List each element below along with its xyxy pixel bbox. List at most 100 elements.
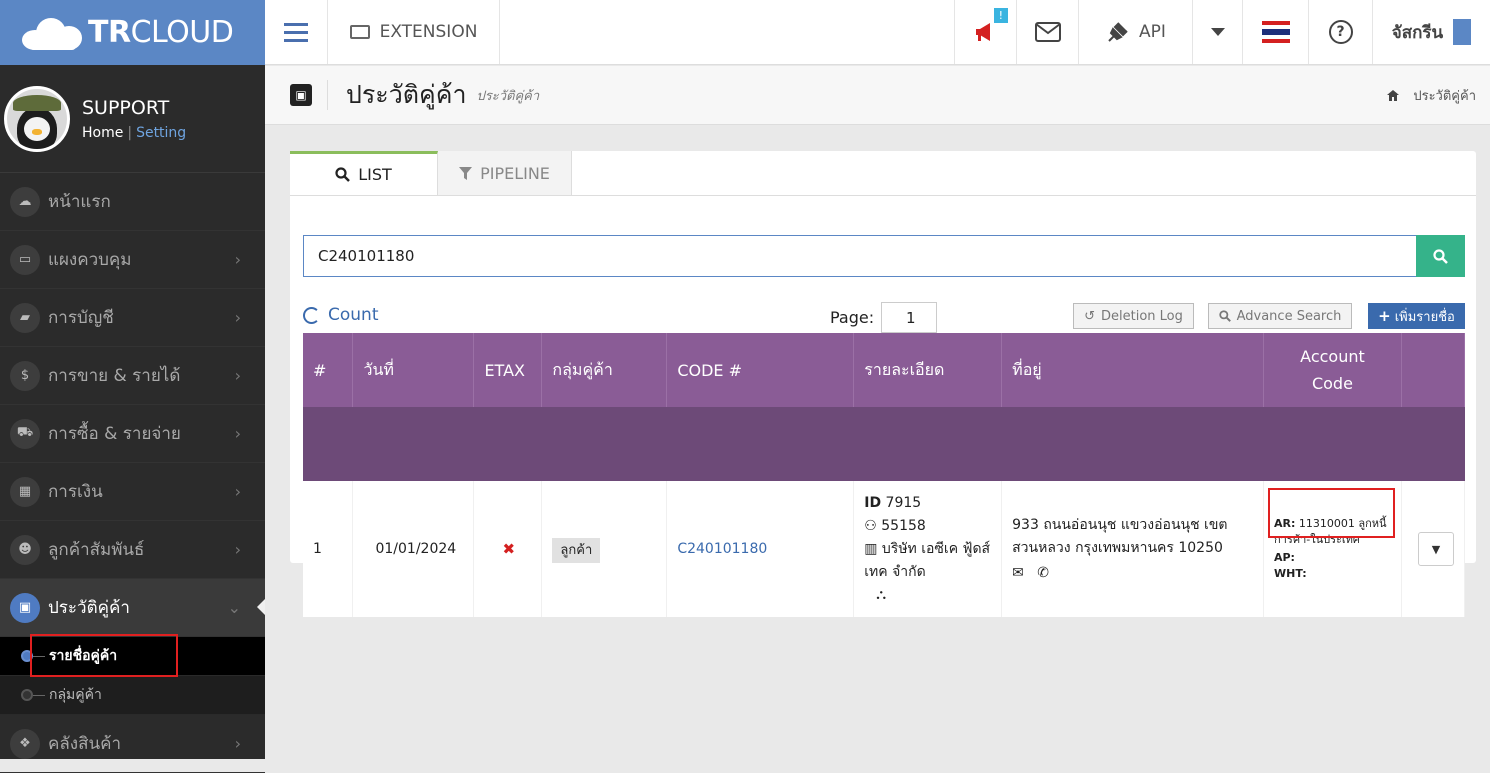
tabs: LIST PIPELINE <box>290 151 1476 196</box>
table-row[interactable]: 1 01/01/2024 ✖ ลูกค้า C240101180 ID 7915… <box>303 481 1466 617</box>
search-button[interactable] <box>1416 235 1465 277</box>
column-header[interactable]: ETAX <box>473 333 543 407</box>
partner-id: 7915 <box>885 494 922 511</box>
row-actions-dropdown[interactable]: ▼ <box>1417 532 1454 566</box>
cell-account-code: AR: 11310001 ลูกหนี้การค้า-ในประเทศ AP: … <box>1263 481 1402 617</box>
sidebar-item-crm[interactable]: ☻ ลูกค้าสัมพันธ์ › <box>0 521 265 579</box>
partner-address: 933 ถนนอ่อนนุช แขวงอ่อนนุช เขตสวนหลวง กร… <box>1012 516 1228 556</box>
breadcrumb: ประวัติคู่ค้า <box>1387 85 1476 106</box>
announcement-button[interactable]: ! <box>955 0 1017 64</box>
caret-down-icon: ▼ <box>1431 542 1441 556</box>
building-icon: ▥ <box>864 540 878 557</box>
api-button[interactable]: API <box>1079 0 1193 64</box>
language-button[interactable] <box>1243 0 1309 64</box>
notification-badge: ! <box>993 8 1008 23</box>
chevron-right-icon: › <box>234 308 241 327</box>
column-header[interactable]: วันที่ <box>352 333 475 407</box>
partner-company: บริษัท เอซีเค ฟู้ดส์เทค จำกัด <box>864 540 991 580</box>
page-input[interactable]: 1 <box>881 302 937 333</box>
page-title: ประวัติคู่ค้า <box>346 80 467 109</box>
sitemap-icon[interactable]: ⛬ <box>876 587 886 603</box>
caret-down-icon <box>1210 28 1225 36</box>
chevron-right-icon: › <box>234 734 241 753</box>
chevron-right-icon: › <box>234 366 241 385</box>
menu-toggle-button[interactable] <box>265 0 328 64</box>
cell-date: 01/01/2024 <box>352 481 475 617</box>
highlight-box <box>1267 488 1395 538</box>
search-icon <box>335 167 351 182</box>
phone-icon[interactable]: ✆ <box>1037 565 1049 581</box>
search-input[interactable]: C240101180 <box>303 235 1417 277</box>
search-icon <box>1433 248 1448 264</box>
topbar: EXTENSION ! API ? จัสกรีน <box>265 0 1490 65</box>
mail-icon[interactable]: ✉ <box>1012 565 1024 581</box>
add-partner-button[interactable]: + เพิ่มรายชื่อ <box>1368 303 1465 329</box>
contact-icon: ▣ <box>10 592 40 623</box>
sidebar-item-warehouse[interactable]: ❖ คลังสินค้า › <box>0 715 265 773</box>
mail-button[interactable] <box>1017 0 1079 64</box>
user-menu[interactable]: จัสกรีน <box>1373 0 1490 64</box>
column-header[interactable]: # <box>303 333 354 407</box>
partner-group-tag: ลูกค้า <box>552 537 601 563</box>
cell-number: 1 <box>303 481 354 617</box>
monitor-icon <box>349 25 370 39</box>
main-panel: LIST PIPELINE C240101180 Count Page: 1 ↺… <box>290 151 1476 617</box>
sidebar-item-accounting[interactable]: ▰ การบัญชี › <box>0 289 265 347</box>
page-label: Page: <box>830 308 875 327</box>
sidebar-item-partners[interactable]: ▣ ประวัติคู่ค้า ⌄ <box>0 579 265 637</box>
sidebar-item-sales[interactable]: $ การขาย & รายได้ › <box>0 347 265 405</box>
dollar-icon: $ <box>10 360 40 391</box>
thai-flag-icon <box>1261 21 1290 43</box>
help-icon: ? <box>1328 20 1353 44</box>
chevron-right-icon: › <box>234 424 241 443</box>
home-icon[interactable] <box>1387 89 1400 101</box>
filter-icon <box>459 166 473 180</box>
setting-link[interactable]: Setting <box>136 125 186 141</box>
chevron-down-icon: ⌄ <box>227 598 241 617</box>
history-icon: ↺ <box>1084 308 1096 324</box>
avatar[interactable] <box>4 85 70 152</box>
deletion-log-button[interactable]: ↺ Deletion Log <box>1073 303 1194 329</box>
partner-code-link[interactable]: C240101180 <box>677 541 767 557</box>
column-header[interactable]: ที่อยู่ <box>1001 333 1264 407</box>
chevron-right-icon: › <box>234 482 241 501</box>
advance-search-button[interactable]: Advance Search <box>1208 303 1352 329</box>
cloud-logo-icon <box>22 16 84 50</box>
sidebar-item-purchase[interactable]: ⛟ การซื้อ & รายจ่าย › <box>0 405 265 463</box>
count-button[interactable]: Count <box>303 305 379 325</box>
calendar-icon: ▦ <box>10 476 40 507</box>
help-button[interactable]: ? <box>1309 0 1373 64</box>
submenu-item-partner-group[interactable]: กลุ่มคู่ค้า <box>0 676 265 715</box>
sidebar-item-finance[interactable]: ▦ การเงิน › <box>0 463 265 521</box>
contact-book-icon: ▣ <box>290 84 312 106</box>
column-header[interactable]: รายละเอียด <box>853 333 1003 407</box>
chevron-right-icon: › <box>234 540 241 559</box>
page-header: ▣ ประวัติคู่ค้า ประวัติคู่ค้า ประวัติคู่… <box>265 66 1490 125</box>
tab-list[interactable]: LIST <box>290 151 438 195</box>
profile: SUPPORT Home | Setting <box>0 65 265 173</box>
partner-table: # วันที่ ETAX กลุ่มคู่ค้า CODE # รายละเอ… <box>303 333 1466 617</box>
column-header <box>1401 333 1466 407</box>
sidebar-item-home[interactable]: ☁ หน้าแรก <box>0 173 265 231</box>
etax-no-icon: ✖ <box>502 540 516 558</box>
extension-button[interactable]: EXTENSION <box>328 0 500 64</box>
sidebar-item-dashboard[interactable]: ▭ แผงควบคุม › <box>0 231 265 289</box>
profile-name: SUPPORT <box>82 96 170 119</box>
cloud-icon: ☁ <box>10 186 40 217</box>
plus-icon: + <box>1378 307 1391 325</box>
partner-user-id: 55158 <box>881 517 926 534</box>
tab-pipeline[interactable]: PIPELINE <box>438 151 572 195</box>
column-header[interactable]: กลุ่มคู่ค้า <box>541 333 668 407</box>
sidebar-menu: ☁ หน้าแรก ▭ แผงควบคุม › ▰ การบัญชี › $ ก… <box>0 173 265 773</box>
page-subtitle: ประวัติคู่ค้า <box>476 88 540 104</box>
spinner-icon <box>303 306 320 324</box>
search-icon <box>1218 310 1231 322</box>
ap-account: AP: <box>1273 551 1295 564</box>
logo[interactable]: TRCLOUD <box>0 0 265 65</box>
column-header[interactable]: Account Code <box>1263 333 1402 407</box>
home-link[interactable]: Home <box>82 125 123 141</box>
table-header: # วันที่ ETAX กลุ่มคู่ค้า CODE # รายละเอ… <box>303 333 1466 407</box>
column-header[interactable]: CODE # <box>666 333 855 407</box>
api-dropdown-button[interactable] <box>1193 0 1243 64</box>
plug-icon <box>1108 22 1128 42</box>
